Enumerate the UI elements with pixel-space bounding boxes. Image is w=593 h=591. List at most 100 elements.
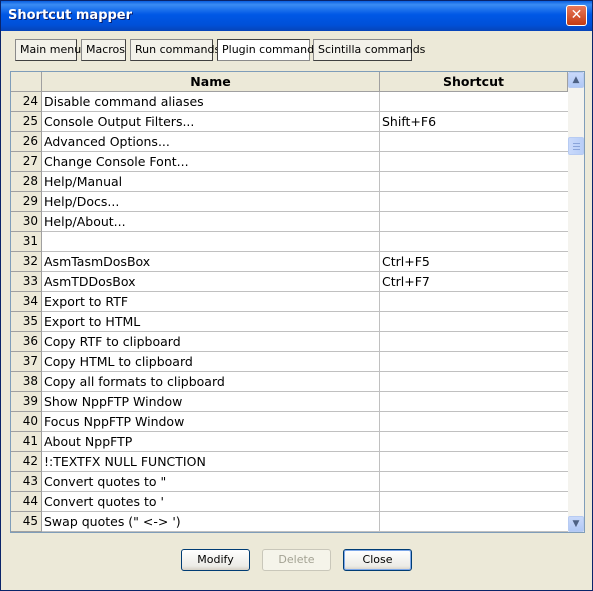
command-name-cell[interactable]: About NppFTP [42,432,380,452]
table-row[interactable]: 39 Show NppFTP Window [11,392,568,412]
scroll-down-icon[interactable]: ▼ [568,516,584,532]
shortcut-cell[interactable] [380,192,568,212]
row-number[interactable]: 31 [11,232,42,252]
table-row[interactable]: 32 AsmTasmDosBox Ctrl+F5 [11,252,568,272]
command-name-cell[interactable]: Advanced Options... [42,132,380,152]
command-name-cell[interactable]: Console Output Filters... [42,112,380,132]
shortcut-cell[interactable] [380,152,568,172]
row-number[interactable]: 41 [11,432,42,452]
row-number[interactable]: 45 [11,512,42,532]
tab-macros[interactable]: Macros [81,39,126,61]
row-number[interactable]: 30 [11,212,42,232]
row-number[interactable]: 34 [11,292,42,312]
tab-run-commands[interactable]: Run commands [130,39,220,61]
command-name-cell[interactable] [42,232,380,252]
command-name-cell[interactable]: Export to RTF [42,292,380,312]
table-row[interactable]: 36 Copy RTF to clipboard [11,332,568,352]
command-name-cell[interactable]: Swap quotes (" <-> ') [42,512,380,532]
table-row[interactable]: 29 Help/Docs... [11,192,568,212]
header-shortcut[interactable]: Shortcut [380,72,568,92]
shortcut-cell[interactable] [380,432,568,452]
scroll-up-icon[interactable]: ▲ [568,72,584,88]
row-number[interactable]: 38 [11,372,42,392]
delete-button[interactable]: Delete [262,549,331,571]
shortcut-cell[interactable] [380,352,568,372]
shortcut-cell[interactable] [380,492,568,512]
row-number[interactable]: 39 [11,392,42,412]
command-name-cell[interactable]: Focus NppFTP Window [42,412,380,432]
command-name-cell[interactable]: AsmTDDosBox [42,272,380,292]
table-row[interactable]: 30 Help/About... [11,212,568,232]
shortcut-cell[interactable] [380,452,568,472]
title-bar[interactable]: Shortcut mapper ✕ [1,1,592,31]
table-row[interactable]: 27 Change Console Font... [11,152,568,172]
modify-button[interactable]: Modify [181,549,250,571]
scroll-thumb[interactable] [568,137,584,155]
command-name-cell[interactable]: Copy HTML to clipboard [42,352,380,372]
row-number[interactable]: 26 [11,132,42,152]
table-row[interactable]: 33 AsmTDDosBox Ctrl+F7 [11,272,568,292]
shortcut-cell[interactable] [380,312,568,332]
table-row[interactable]: 40 Focus NppFTP Window [11,412,568,432]
row-number[interactable]: 28 [11,172,42,192]
row-number[interactable]: 37 [11,352,42,372]
header-name[interactable]: Name [42,72,380,92]
table-row[interactable]: 28 Help/Manual [11,172,568,192]
command-name-cell[interactable]: Copy all formats to clipboard [42,372,380,392]
command-name-cell[interactable]: Show NppFTP Window [42,392,380,412]
shortcut-cell[interactable] [380,212,568,232]
tab-main-menu[interactable]: Main menu [15,39,81,61]
close-button[interactable]: Close [343,549,412,571]
shortcut-cell[interactable] [380,372,568,392]
command-name-cell[interactable]: Help/About... [42,212,380,232]
command-name-cell[interactable]: Help/Manual [42,172,380,192]
command-name-cell[interactable]: AsmTasmDosBox [42,252,380,272]
command-name-cell[interactable]: Export to HTML [42,312,380,332]
row-number[interactable]: 29 [11,192,42,212]
row-number[interactable]: 44 [11,492,42,512]
command-name-cell[interactable]: Convert quotes to ' [42,492,380,512]
command-name-cell[interactable]: !:TEXTFX NULL FUNCTION [42,452,380,472]
shortcut-cell[interactable] [380,472,568,492]
command-name-cell[interactable]: Change Console Font... [42,152,380,172]
shortcut-cell[interactable] [380,412,568,432]
table-row[interactable]: 24 Disable command aliases [11,92,568,112]
row-number[interactable]: 42 [11,452,42,472]
close-icon[interactable]: ✕ [566,5,587,26]
command-name-cell[interactable]: Help/Docs... [42,192,380,212]
shortcut-cell[interactable]: Ctrl+F5 [380,252,568,272]
table-row[interactable]: 31 [11,232,568,252]
command-name-cell[interactable]: Convert quotes to " [42,472,380,492]
row-number[interactable]: 40 [11,412,42,432]
table-row[interactable]: 44 Convert quotes to ' [11,492,568,512]
shortcut-grid[interactable]: Name Shortcut 24 Disable command aliases 2… [10,71,585,533]
table-row[interactable]: 42 !:TEXTFX NULL FUNCTION [11,452,568,472]
shortcut-cell[interactable]: Ctrl+F7 [380,272,568,292]
shortcut-cell[interactable] [380,92,568,112]
shortcut-cell[interactable] [380,292,568,312]
shortcut-cell[interactable] [380,172,568,192]
shortcut-cell[interactable] [380,132,568,152]
table-row[interactable]: 34 Export to RTF [11,292,568,312]
row-number[interactable]: 27 [11,152,42,172]
row-number[interactable]: 33 [11,272,42,292]
table-row[interactable]: 25 Console Output Filters... Shift+F6 [11,112,568,132]
table-row[interactable]: 45 Swap quotes (" <-> ') [11,512,568,532]
vertical-scrollbar[interactable]: ▲ ▼ [568,72,584,532]
shortcut-cell[interactable] [380,332,568,352]
row-number[interactable]: 32 [11,252,42,272]
command-name-cell[interactable]: Disable command aliases [42,92,380,112]
table-row[interactable]: 38 Copy all formats to clipboard [11,372,568,392]
table-row[interactable]: 41 About NppFTP [11,432,568,452]
tab-plugin-commands[interactable]: Plugin commands [217,39,320,61]
table-row[interactable]: 35 Export to HTML [11,312,568,332]
row-number[interactable]: 35 [11,312,42,332]
row-number[interactable]: 43 [11,472,42,492]
table-row[interactable]: 43 Convert quotes to " [11,472,568,492]
row-number[interactable]: 24 [11,92,42,112]
tab-scintilla-commands[interactable]: Scintilla commands [313,39,425,61]
row-number[interactable]: 25 [11,112,42,132]
command-name-cell[interactable]: Copy RTF to clipboard [42,332,380,352]
row-number[interactable]: 36 [11,332,42,352]
shortcut-cell[interactable]: Shift+F6 [380,112,568,132]
